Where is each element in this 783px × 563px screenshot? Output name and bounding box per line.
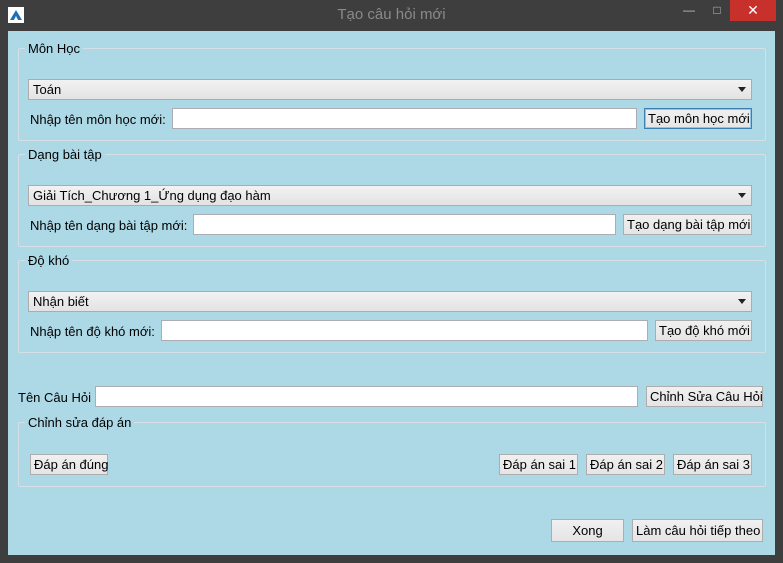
difficulty-legend: Độ khó — [28, 253, 70, 268]
minimize-button[interactable]: — — [676, 0, 702, 21]
edit-question-button[interactable]: Chỉnh Sửa Câu Hỏi — [646, 386, 763, 407]
exercise-type-select-value: Giải Tích_Chương 1_Ứng dụng đạo hàm — [33, 188, 271, 203]
question-name-label: Tên Câu Hỏi — [18, 390, 91, 405]
wrong-answer-3-button[interactable]: Đáp án sai 3 — [673, 454, 752, 475]
exercise-type-legend: Dạng bài tập — [28, 147, 102, 162]
title-bar: Tạo câu hỏi mới — □ ✕ — [0, 0, 783, 30]
difficulty-select-value: Nhận biết — [33, 294, 89, 309]
chevron-down-icon — [738, 299, 746, 304]
subject-legend: Môn Học — [28, 41, 81, 56]
question-name-input[interactable] — [95, 386, 638, 407]
new-subject-label: Nhập tên môn học mới: — [30, 112, 166, 127]
difficulty-select[interactable]: Nhận biết — [28, 291, 752, 312]
dialog-window: Tạo câu hỏi mới — □ ✕ Môn Học Toán Nhập … — [0, 0, 783, 563]
new-difficulty-label: Nhập tên độ khó mới: — [30, 324, 155, 339]
maximize-button[interactable]: □ — [704, 0, 730, 21]
chevron-down-icon — [738, 87, 746, 92]
new-difficulty-input[interactable] — [161, 320, 648, 341]
correct-answer-button[interactable]: Đáp án đúng — [30, 454, 108, 475]
close-button[interactable]: ✕ — [730, 0, 776, 21]
subject-select[interactable]: Toán — [28, 79, 752, 100]
form-area: Môn Học Toán Nhập tên môn học mới: Tạo m… — [8, 31, 775, 555]
new-subject-input[interactable] — [172, 108, 637, 129]
create-difficulty-button[interactable]: Tạo độ khó mới — [655, 320, 752, 341]
new-exercise-type-label: Nhập tên dạng bài tập mới: — [30, 218, 188, 233]
wrong-answer-2-button[interactable]: Đáp án sai 2 — [586, 454, 665, 475]
chevron-down-icon — [738, 193, 746, 198]
create-subject-button[interactable]: Tạo môn học mới — [644, 108, 752, 129]
create-exercise-type-button[interactable]: Tạo dạng bài tập mới — [623, 214, 752, 235]
exercise-type-select[interactable]: Giải Tích_Chương 1_Ứng dụng đạo hàm — [28, 185, 752, 206]
done-button[interactable]: Xong — [551, 519, 624, 542]
window-title: Tạo câu hỏi mới — [337, 6, 446, 23]
subject-select-value: Toán — [33, 82, 62, 97]
answers-legend: Chỉnh sửa đáp án — [28, 415, 132, 430]
wrong-answer-1-button[interactable]: Đáp án sai 1 — [499, 454, 578, 475]
answers-group: Chỉnh sửa đáp án — [18, 415, 766, 487]
new-exercise-type-input[interactable] — [193, 214, 616, 235]
next-question-button[interactable]: Làm câu hỏi tiếp theo — [632, 519, 763, 542]
